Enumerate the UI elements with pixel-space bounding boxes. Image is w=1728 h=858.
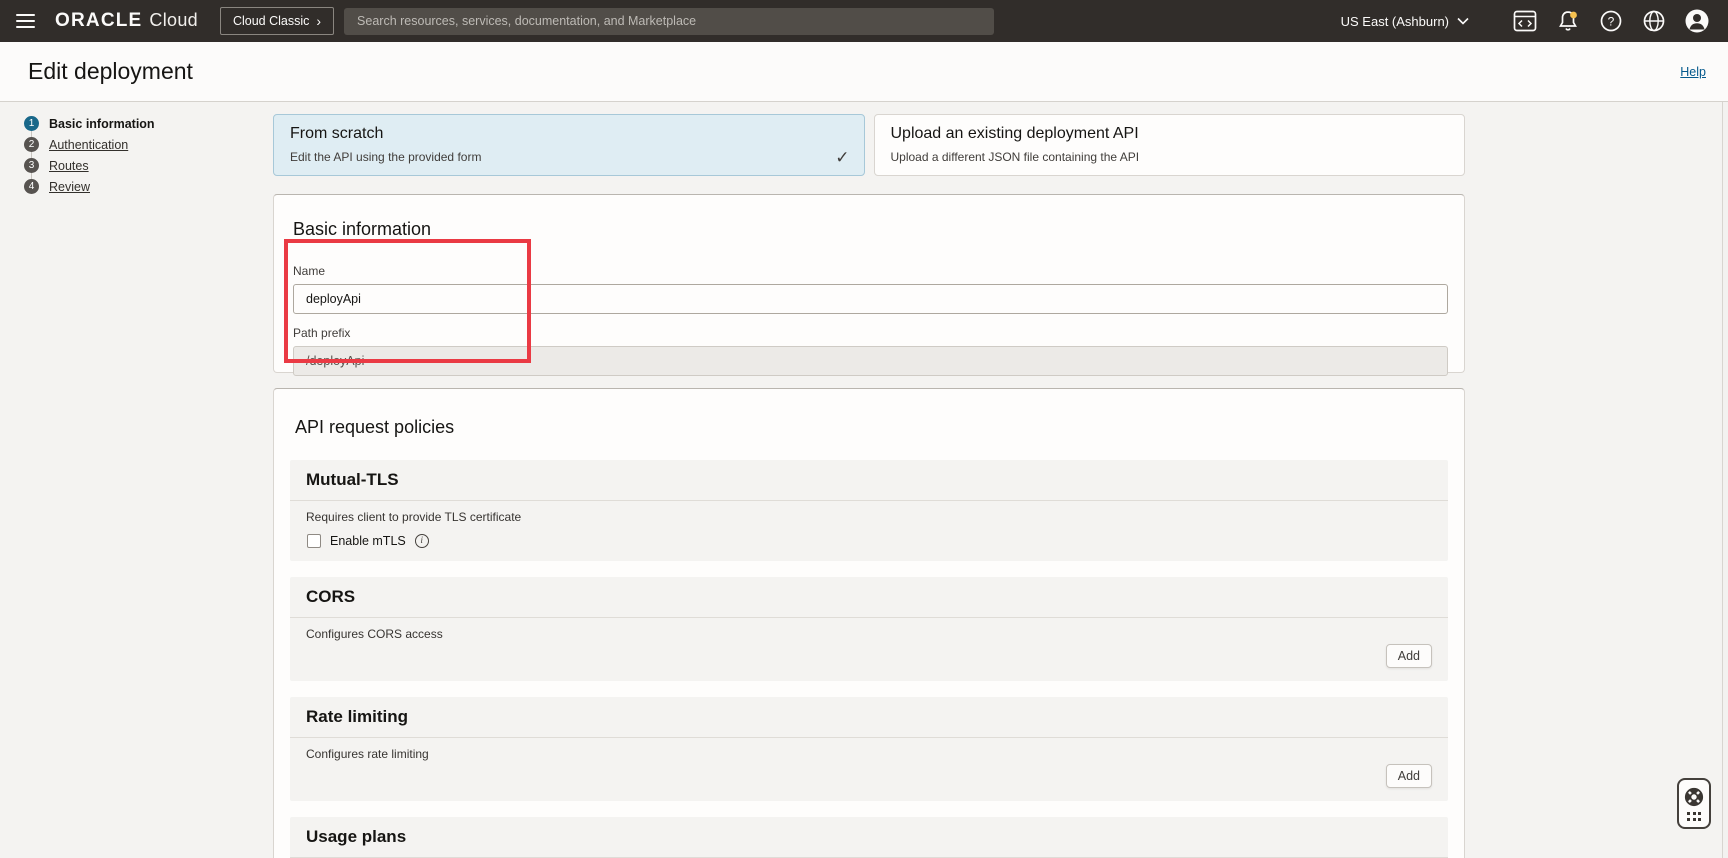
globe-icon — [1642, 9, 1666, 33]
wizard-stepper: 1 Basic information 2 Authentication 3 R… — [24, 116, 155, 200]
lifebuoy-icon — [1683, 786, 1705, 808]
name-field-label: Name — [293, 264, 1448, 278]
policy-body: Configures CORS access Add — [290, 618, 1448, 681]
policy-header: CORS — [290, 577, 1448, 618]
rate-limiting-add-button[interactable]: Add — [1386, 764, 1432, 788]
help-link[interactable]: Help — [1680, 65, 1706, 79]
hamburger-menu-icon[interactable] — [16, 14, 35, 28]
page-header: Edit deployment Help — [0, 42, 1728, 102]
policy-description: Configures rate limiting — [306, 747, 1432, 761]
policy-title: Mutual-TLS — [306, 470, 399, 489]
path-prefix-input — [293, 346, 1448, 376]
enable-mtls-label: Enable mTLS — [330, 534, 406, 548]
cloud-shell-icon — [1513, 10, 1537, 32]
user-avatar-icon — [1684, 8, 1710, 34]
help-button[interactable]: ? — [1598, 8, 1624, 34]
path-prefix-label: Path prefix — [293, 326, 1448, 340]
card-title: From scratch — [290, 125, 848, 143]
card-subtitle: Edit the API using the provided form — [290, 150, 848, 164]
policy-header: Usage plans — [290, 817, 1448, 858]
policy-body: Requires client to provide TLS certifica… — [290, 501, 1448, 561]
cloud-classic-label: Cloud Classic — [233, 14, 309, 28]
policy-rate-limiting: Rate limiting Configures rate limiting A… — [290, 697, 1448, 801]
source-selector: From scratch Edit the API using the prov… — [273, 114, 1465, 176]
from-scratch-card[interactable]: From scratch Edit the API using the prov… — [273, 114, 865, 176]
step-label: Basic information — [49, 117, 155, 131]
policy-title: CORS — [306, 587, 355, 606]
upload-api-card[interactable]: Upload an existing deployment API Upload… — [874, 114, 1466, 176]
step-number-badge: 1 — [24, 116, 39, 131]
card-subtitle: Upload a different JSON file containing … — [891, 150, 1449, 164]
card-title: Upload an existing deployment API — [891, 125, 1449, 143]
oracle-cloud-logo[interactable]: ORACLE Cloud — [55, 10, 198, 32]
enable-mtls-checkbox[interactable] — [307, 534, 321, 548]
notifications-button[interactable] — [1555, 8, 1581, 34]
bell-icon — [1556, 9, 1580, 33]
step-review[interactable]: 4 Review — [24, 179, 155, 194]
policy-description: Requires client to provide TLS certifica… — [306, 510, 1432, 524]
cors-add-button[interactable]: Add — [1386, 644, 1432, 668]
policy-header: Rate limiting — [290, 697, 1448, 738]
section-heading: API request policies — [295, 417, 1448, 438]
policy-title: Usage plans — [306, 827, 406, 846]
notification-dot — [1570, 12, 1577, 19]
step-label: Routes — [49, 159, 89, 173]
policy-body: Configures rate limiting Add — [290, 738, 1448, 801]
page-title: Edit deployment — [28, 58, 193, 85]
language-button[interactable] — [1641, 8, 1667, 34]
profile-button[interactable] — [1684, 8, 1710, 34]
dots-grid-icon — [1687, 812, 1701, 821]
support-widget-button[interactable] — [1677, 778, 1711, 829]
policy-header: Mutual-TLS — [290, 460, 1448, 501]
step-number-badge: 4 — [24, 179, 39, 194]
search-input[interactable] — [344, 8, 994, 35]
question-mark-icon: ? — [1599, 9, 1623, 33]
step-number-badge: 3 — [24, 158, 39, 173]
content-area: 1 Basic information 2 Authentication 3 R… — [0, 102, 1728, 858]
policy-cors: CORS Configures CORS access Add — [290, 577, 1448, 681]
step-basic-information[interactable]: 1 Basic information — [24, 116, 155, 131]
svg-text:?: ? — [1608, 14, 1615, 28]
section-heading: Basic information — [293, 219, 1448, 240]
brand-cloud: Cloud — [149, 10, 198, 31]
api-request-policies-section: API request policies Mutual-TLS Requires… — [273, 388, 1465, 858]
step-label: Authentication — [49, 138, 128, 152]
vertical-scrollbar[interactable] — [1722, 102, 1728, 858]
developer-tools-button[interactable] — [1512, 8, 1538, 34]
policy-title: Rate limiting — [306, 707, 408, 726]
region-selector[interactable]: US East (Ashburn) — [1341, 14, 1469, 29]
chevron-right-icon: › — [316, 16, 321, 26]
cloud-classic-button[interactable]: Cloud Classic › — [220, 7, 334, 35]
policy-mutual-tls: Mutual-TLS Requires client to provide TL… — [290, 460, 1448, 561]
chevron-down-icon — [1457, 17, 1469, 25]
brand-oracle: ORACLE — [55, 10, 142, 32]
info-icon[interactable]: i — [415, 534, 429, 548]
topbar: ORACLE Cloud Cloud Classic › US East (As… — [0, 0, 1728, 42]
policy-description: Configures CORS access — [306, 627, 1432, 641]
main-column: From scratch Edit the API using the prov… — [273, 114, 1465, 858]
policy-usage-plans: Usage plans Configures usage plans Add — [290, 817, 1448, 858]
region-label: US East (Ashburn) — [1341, 14, 1449, 29]
name-input[interactable] — [293, 284, 1448, 314]
step-authentication[interactable]: 2 Authentication — [24, 137, 155, 152]
step-number-badge: 2 — [24, 137, 39, 152]
selected-checkmark-icon: ✓ — [835, 148, 849, 168]
basic-information-section: Basic information Name Path prefix — [273, 194, 1465, 373]
step-label: Review — [49, 180, 90, 194]
step-routes[interactable]: 3 Routes — [24, 158, 155, 173]
